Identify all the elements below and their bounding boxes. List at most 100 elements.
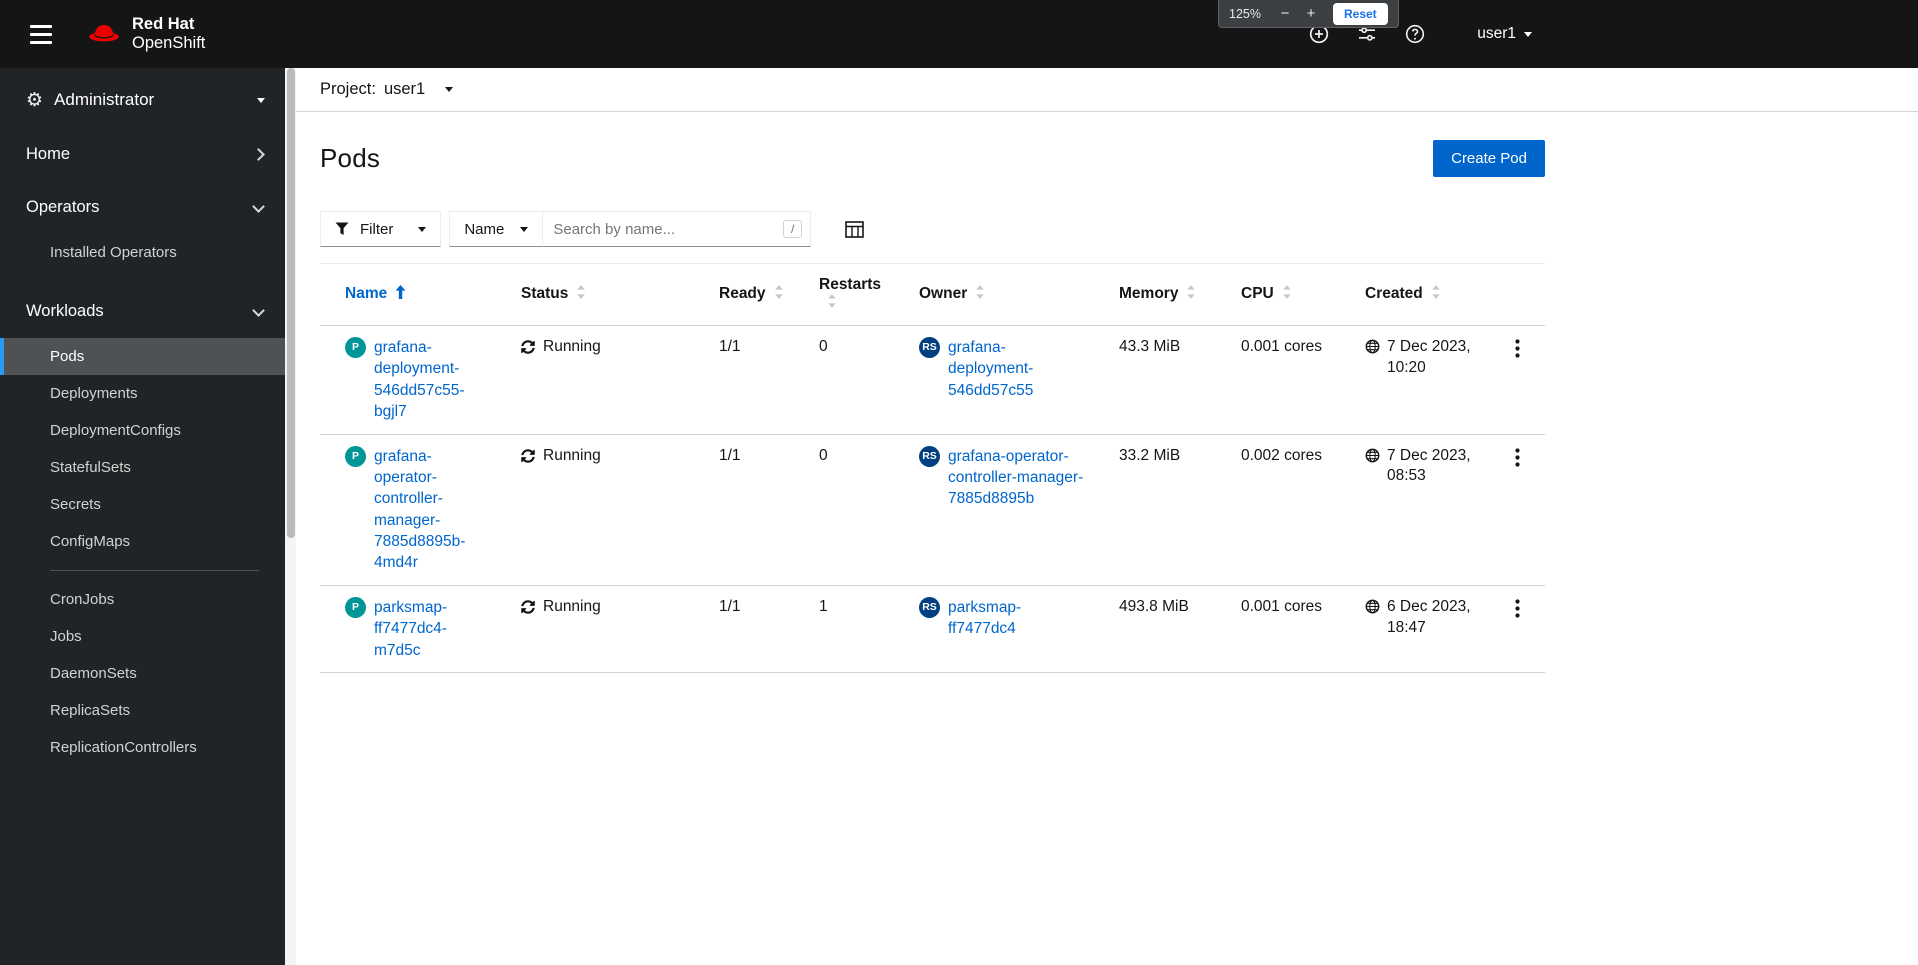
zoom-out-button[interactable]: − [1273,6,1297,21]
sidebar-item-installed-operators[interactable]: Installed Operators [0,234,285,271]
page-title: Pods [320,143,381,173]
table-header-row: Name Status Ready Restarts Owner Memory CPU Cre… [320,263,1545,326]
sidebar-section-label: Workloads [26,302,104,320]
cell-owner: RS parksmap-ff7477dc4 [903,585,1103,673]
cell-owner: RS grafana-operator-controller-manager-78… [903,434,1103,586]
sidebar-section-home[interactable]: Home [0,128,285,181]
cell-name: Pgrafana-operator-controller-manager-788… [320,434,505,586]
column-header-memory[interactable]: Memory [1103,263,1225,326]
owner-link[interactable]: parksmap-ff7477dc4 [948,597,1087,640]
sidebar-item-pods[interactable]: Pods [0,338,285,375]
brand-logo[interactable]: Red Hat OpenShift [86,15,205,53]
owner-link[interactable]: grafana-deployment-546dd57c55 [948,337,1087,401]
cell-created: 7 Dec 2023, 10:20 [1349,325,1489,435]
caret-down-icon [520,226,529,232]
cell-restarts: 1 [803,585,903,673]
zoom-in-button[interactable]: + [1299,6,1323,21]
column-header-ready[interactable]: Ready [703,263,803,326]
zoom-level: 125% [1229,6,1261,21]
search-group: Name / [449,211,812,247]
sidebar-item-configmaps[interactable]: ConfigMaps [0,523,285,560]
toolbar: Filter Name / [320,211,1918,247]
cell-created: 7 Dec 2023, 08:53 [1349,434,1489,586]
pod-name-link[interactable]: grafana-operator-controller-manager-7885… [374,446,489,574]
pod-badge: P [345,596,366,618]
manage-columns-button[interactable] [841,217,868,242]
brand-text: Red Hat OpenShift [132,15,205,53]
column-label: Name [345,285,388,302]
cell-cpu: 0.001 cores [1225,585,1349,673]
sidebar-item-replicationcontrollers[interactable]: ReplicationControllers [0,729,285,766]
sidebar-scrollbar[interactable] [285,68,296,965]
project-selector[interactable]: Project: user1 [320,80,454,99]
column-label: Status [521,285,569,302]
cell-name: Pgrafana-deployment-546dd57c55-bgjl7 [320,325,505,435]
sidebar-item-cronjobs[interactable]: CronJobs [0,581,285,618]
cell-actions [1489,325,1545,435]
filter-dropdown[interactable]: Filter [320,211,442,247]
column-header-cpu[interactable]: CPU [1225,263,1349,326]
attribute-dropdown[interactable]: Name [449,211,544,247]
search-wrap: / [543,211,812,247]
row-kebab-button[interactable] [1508,597,1527,623]
column-header-name[interactable]: Name [320,263,505,326]
sidebar-item-replicasets[interactable]: ReplicaSets [0,692,285,729]
column-header-restarts[interactable]: Restarts [803,263,903,326]
cell-ready: 1/1 [703,585,803,673]
owner-link[interactable]: grafana-operator-controller-manager-7885… [948,446,1087,510]
sort-icon [774,285,784,304]
search-input[interactable] [543,211,812,247]
redhat-hat-icon [86,22,122,47]
status-text: Running [543,338,601,355]
sidebar-item-jobs[interactable]: Jobs [0,618,285,655]
column-header-status[interactable]: Status [505,263,703,326]
sidebar-section-operators[interactable]: Operators [0,181,285,234]
sort-icon [1186,285,1196,304]
pod-name-link[interactable]: grafana-deployment-546dd57c55-bgjl7 [374,337,489,423]
table-row: Pgrafana-operator-controller-manager-788… [320,434,1545,586]
browser-zoom-popup: 125% − + Reset [1218,0,1399,28]
cell-memory: 43.3 MiB [1103,325,1225,435]
nav-toggle-button[interactable] [26,21,56,48]
created-text: 6 Dec 2023, 18:47 [1387,597,1471,636]
row-kebab-button[interactable] [1508,337,1527,363]
sidebar-sublist: Pods Deployments DeploymentConfigs Stateful… [0,338,285,766]
column-label: Owner [919,285,968,302]
pods-table: Name Status Ready Restarts Owner Memory CPU Cre… [320,263,1545,673]
help-icon[interactable] [1405,24,1425,44]
cell-cpu: 0.002 cores [1225,434,1349,586]
create-pod-button[interactable]: Create Pod [1433,140,1545,177]
kebab-icon [1515,339,1520,361]
user-menu[interactable]: user1 [1477,25,1532,43]
cell-cpu: 0.001 cores [1225,325,1349,435]
sidebar-item-statefulsets[interactable]: StatefulSets [0,449,285,486]
sidebar-nav: Home Operators Installed Operators Workload… [0,128,285,965]
kebab-icon [1515,447,1520,470]
project-label: Project: [320,80,376,98]
cell-memory: 493.8 MiB [1103,585,1225,673]
pod-badge: P [345,337,366,358]
sidebar-section-label: Operators [26,198,100,216]
sidebar-item-daemonsets[interactable]: DaemonSets [0,655,285,692]
sync-icon [521,340,535,355]
sidebar-item-secrets[interactable]: Secrets [0,486,285,523]
scrollbar-thumb[interactable] [286,68,295,538]
columns-icon [845,220,865,238]
sidebar-section-workloads[interactable]: Workloads [0,285,285,338]
cell-ready: 1/1 [703,325,803,435]
cell-owner: RS grafana-deployment-546dd57c55 [903,325,1103,435]
filter-label: Filter [360,220,394,238]
perspective-switcher[interactable]: ⚙ Administrator [0,68,285,128]
sort-icon [975,285,985,304]
zoom-reset-button[interactable]: Reset [1332,2,1388,25]
pod-name-link[interactable]: parksmap-ff7477dc4-m7d5c [374,597,489,661]
sidebar-item-deployments[interactable]: Deployments [0,375,285,412]
column-header-created[interactable]: Created [1349,263,1489,326]
sidebar-item-deploymentconfigs[interactable]: DeploymentConfigs [0,412,285,449]
kebab-icon [1515,599,1520,621]
column-label: Memory [1119,285,1179,302]
caret-down-icon [1524,31,1532,37]
status-text: Running [543,597,601,615]
row-kebab-button[interactable] [1508,446,1527,472]
column-header-owner[interactable]: Owner [903,263,1103,326]
